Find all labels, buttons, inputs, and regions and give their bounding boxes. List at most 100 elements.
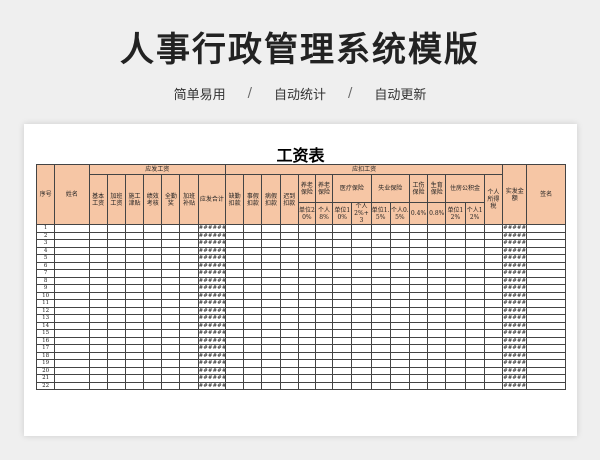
table-cell[interactable] bbox=[351, 321, 372, 330]
table-cell[interactable] bbox=[427, 246, 447, 255]
table-cell[interactable] bbox=[389, 254, 410, 263]
table-cell[interactable] bbox=[88, 246, 108, 255]
table-cell[interactable] bbox=[483, 231, 504, 240]
table-cell[interactable] bbox=[445, 336, 466, 345]
table-cell[interactable] bbox=[297, 329, 316, 338]
table-cell[interactable] bbox=[389, 269, 410, 278]
table-cell[interactable] bbox=[464, 261, 485, 270]
table-cell[interactable] bbox=[161, 299, 181, 308]
table-cell[interactable] bbox=[54, 224, 90, 233]
table-cell[interactable] bbox=[54, 291, 90, 300]
table-cell[interactable] bbox=[351, 344, 372, 353]
table-cell[interactable] bbox=[370, 336, 391, 345]
table-cell[interactable] bbox=[526, 351, 566, 360]
table-cell[interactable] bbox=[408, 291, 429, 300]
table-cell[interactable] bbox=[332, 306, 353, 315]
table-cell[interactable] bbox=[483, 344, 504, 353]
table-cell[interactable] bbox=[526, 276, 566, 285]
table-cell[interactable] bbox=[161, 246, 181, 255]
table-cell[interactable] bbox=[408, 351, 429, 360]
table-cell[interactable] bbox=[389, 299, 410, 308]
table-cell[interactable] bbox=[464, 336, 485, 345]
table-cell[interactable] bbox=[261, 299, 281, 308]
table-cell[interactable] bbox=[225, 381, 245, 390]
table-cell[interactable] bbox=[143, 314, 163, 323]
table-cell[interactable] bbox=[389, 231, 410, 240]
table-cell[interactable] bbox=[124, 381, 145, 390]
table-cell[interactable] bbox=[279, 284, 299, 293]
net-pay-cell[interactable]: ###### bbox=[502, 284, 528, 293]
net-pay-cell[interactable]: ###### bbox=[502, 344, 528, 353]
table-cell[interactable] bbox=[106, 291, 126, 300]
table-cell[interactable] bbox=[88, 336, 108, 345]
table-cell[interactable] bbox=[279, 359, 299, 368]
table-cell[interactable] bbox=[370, 359, 391, 368]
row-number-cell[interactable]: 12 bbox=[35, 306, 56, 315]
net-pay-cell[interactable]: ###### bbox=[502, 336, 528, 345]
table-cell[interactable] bbox=[243, 314, 263, 323]
table-cell[interactable] bbox=[225, 306, 245, 315]
table-cell[interactable] bbox=[279, 269, 299, 278]
table-cell[interactable] bbox=[261, 269, 281, 278]
table-cell[interactable] bbox=[54, 269, 90, 278]
table-cell[interactable] bbox=[54, 351, 90, 360]
table-cell[interactable] bbox=[427, 336, 447, 345]
table-cell[interactable] bbox=[161, 344, 181, 353]
table-cell[interactable] bbox=[314, 276, 334, 285]
table-cell[interactable] bbox=[179, 291, 199, 300]
net-pay-cell[interactable]: ###### bbox=[502, 306, 528, 315]
table-cell[interactable] bbox=[332, 239, 353, 248]
table-cell[interactable] bbox=[370, 231, 391, 240]
table-cell[interactable] bbox=[261, 374, 281, 383]
table-cell[interactable] bbox=[314, 246, 334, 255]
payable-total-cell[interactable]: ###### bbox=[197, 269, 227, 278]
table-cell[interactable] bbox=[526, 359, 566, 368]
table-cell[interactable] bbox=[526, 254, 566, 263]
table-cell[interactable] bbox=[526, 344, 566, 353]
table-cell[interactable] bbox=[54, 261, 90, 270]
row-number-cell[interactable]: 15 bbox=[35, 329, 56, 338]
payable-total-cell[interactable]: ###### bbox=[197, 239, 227, 248]
table-cell[interactable] bbox=[445, 374, 466, 383]
table-cell[interactable] bbox=[351, 329, 372, 338]
table-cell[interactable] bbox=[483, 261, 504, 270]
table-cell[interactable] bbox=[408, 261, 429, 270]
table-cell[interactable] bbox=[88, 359, 108, 368]
table-cell[interactable] bbox=[297, 351, 316, 360]
table-cell[interactable] bbox=[408, 366, 429, 375]
table-cell[interactable] bbox=[445, 366, 466, 375]
table-cell[interactable] bbox=[314, 231, 334, 240]
table-cell[interactable] bbox=[279, 246, 299, 255]
table-cell[interactable] bbox=[427, 374, 447, 383]
table-cell[interactable] bbox=[143, 344, 163, 353]
table-cell[interactable] bbox=[445, 284, 466, 293]
table-cell[interactable] bbox=[225, 269, 245, 278]
table-cell[interactable] bbox=[370, 351, 391, 360]
table-cell[interactable] bbox=[225, 366, 245, 375]
table-cell[interactable] bbox=[54, 284, 90, 293]
table-cell[interactable] bbox=[483, 366, 504, 375]
table-cell[interactable] bbox=[106, 336, 126, 345]
table-cell[interactable] bbox=[314, 336, 334, 345]
table-cell[interactable] bbox=[225, 291, 245, 300]
table-cell[interactable] bbox=[88, 366, 108, 375]
table-cell[interactable] bbox=[161, 366, 181, 375]
table-cell[interactable] bbox=[161, 374, 181, 383]
table-cell[interactable] bbox=[106, 306, 126, 315]
table-cell[interactable] bbox=[464, 381, 485, 390]
table-cell[interactable] bbox=[389, 329, 410, 338]
table-cell[interactable] bbox=[483, 374, 504, 383]
table-cell[interactable] bbox=[314, 351, 334, 360]
table-cell[interactable] bbox=[54, 314, 90, 323]
row-number-cell[interactable]: 6 bbox=[35, 261, 56, 270]
table-cell[interactable] bbox=[143, 299, 163, 308]
table-cell[interactable] bbox=[243, 336, 263, 345]
net-pay-cell[interactable]: ###### bbox=[502, 261, 528, 270]
table-cell[interactable] bbox=[526, 269, 566, 278]
table-cell[interactable] bbox=[370, 321, 391, 330]
table-cell[interactable] bbox=[389, 381, 410, 390]
table-cell[interactable] bbox=[332, 254, 353, 263]
table-cell[interactable] bbox=[351, 284, 372, 293]
table-cell[interactable] bbox=[526, 246, 566, 255]
row-number-cell[interactable]: 19 bbox=[35, 359, 56, 368]
